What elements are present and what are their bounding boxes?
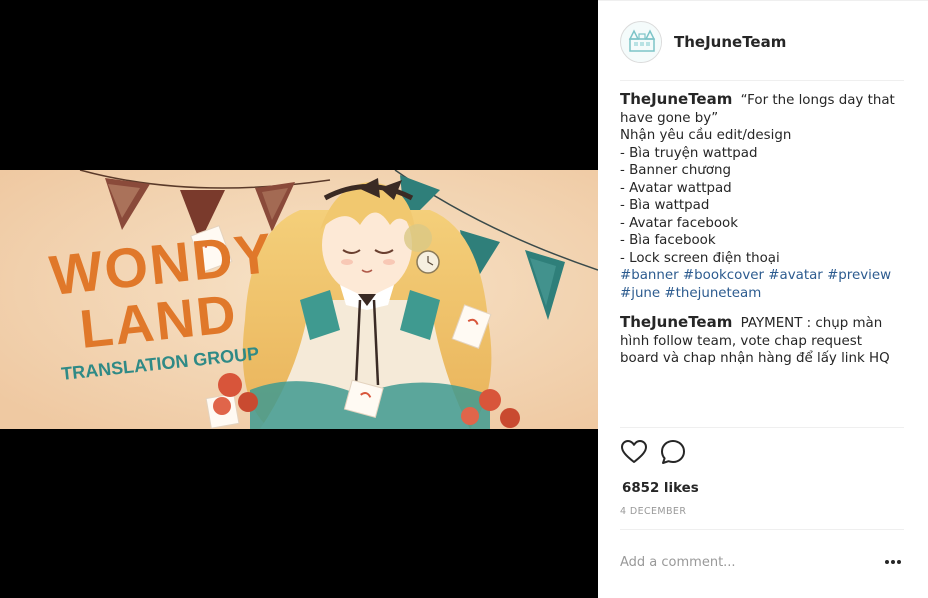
more-options-icon [885, 560, 901, 564]
likes-count[interactable]: 6852 likes [622, 481, 699, 496]
heart-icon [621, 440, 647, 463]
hashtag-thejuneteam[interactable]: #thejuneteam [664, 286, 761, 301]
caption-line-6: - Bìa wattpad [620, 198, 710, 213]
media-pane: WONDY LAND TRANSLATION GROUP [0, 0, 598, 598]
post-caption: TheJuneTeam “For the longs day that have… [620, 90, 904, 302]
caption-line-2: Nhận yêu cầu edit/design [620, 128, 792, 143]
hashtag-bookcover[interactable]: #bookcover [683, 268, 764, 283]
comment-button[interactable] [659, 438, 687, 466]
like-button[interactable] [620, 438, 648, 466]
caption-line-5: - Avatar wattpad [620, 180, 732, 196]
header-username[interactable]: TheJuneTeam [674, 33, 786, 51]
add-comment-input[interactable] [620, 551, 870, 573]
caption-line-7: - Avatar facebook [620, 215, 738, 231]
caption-line-8: - Bìa facebook [620, 233, 716, 248]
caption-username[interactable]: TheJuneTeam [620, 90, 732, 108]
post-sidebar: TheJuneTeam TheJuneTeam “For the longs d… [598, 0, 928, 598]
speech-bubble-icon [661, 440, 685, 464]
hashtag-june[interactable]: #june [620, 286, 660, 301]
avatar[interactable] [620, 21, 662, 63]
more-options-button[interactable] [882, 553, 906, 571]
hashtag-preview[interactable]: #preview [827, 268, 891, 283]
hashtag-banner[interactable]: #banner [620, 268, 679, 283]
actions-divider [620, 427, 904, 428]
caption-line-3: - Bìa truyện wattpad [620, 145, 758, 161]
caption-line-9: - Lock screen điện thoại [620, 250, 780, 266]
comment-item: TheJuneTeam PAYMENT : chụp màn hình foll… [620, 313, 904, 368]
post-header: TheJuneTeam [620, 21, 904, 81]
hashtag-list: #banner #bookcover #avatar #preview #jun… [620, 267, 904, 302]
comment-divider [620, 529, 904, 530]
hashtag-avatar[interactable]: #avatar [768, 268, 823, 283]
post-date[interactable]: 4 DECEMBER [620, 506, 686, 517]
post-image[interactable]: WONDY LAND TRANSLATION GROUP [0, 170, 598, 429]
caption-line-4: - Banner chương [620, 163, 731, 178]
comment-username[interactable]: TheJuneTeam [620, 313, 732, 331]
team-logo-icon [622, 23, 661, 62]
